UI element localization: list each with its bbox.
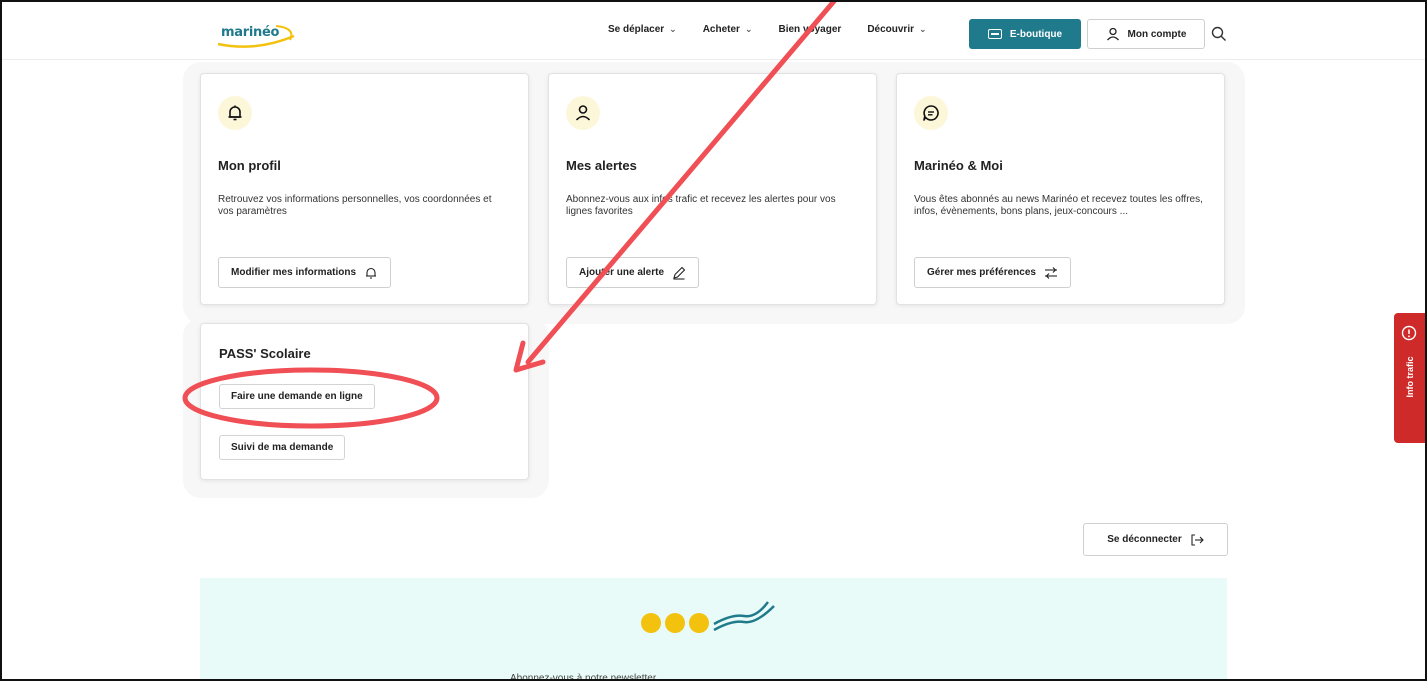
logout-button[interactable]: Se déconnecter (1083, 523, 1228, 556)
info-trafic-tab[interactable]: Info trafic (1394, 313, 1425, 443)
icon-circle (218, 96, 252, 130)
add-alert-button[interactable]: Ajouter une alerte (566, 257, 700, 288)
nav-decouvrir[interactable]: Découvrir ⌄ (867, 24, 926, 35)
modify-info-button[interactable]: Modifier mes informations (218, 257, 392, 288)
newsletter-label[interactable]: Abonnez-vous à notre newsletter (510, 673, 656, 681)
newsletter-section: Abonnez-vous à notre newsletter (200, 578, 1227, 681)
button-label: Ajouter une alerte (579, 267, 665, 278)
nav-label: Découvrir (867, 24, 914, 35)
chat-icon (923, 105, 939, 121)
logout-icon (1191, 533, 1204, 546)
nav-se-deplacer[interactable]: Se déplacer ⌄ (608, 24, 677, 35)
icon-circle (914, 96, 948, 130)
manage-preferences-button[interactable]: Gérer mes préférences (914, 257, 1071, 288)
card-description: Abonnez-vous aux infos trafic et recevez… (566, 194, 836, 217)
user-icon (575, 105, 591, 121)
card-title: Mes alertes (566, 158, 637, 173)
request-online-button[interactable]: Faire une demande en ligne (219, 384, 375, 409)
button-label: Modifier mes informations (231, 267, 357, 278)
card-title: Mon profil (218, 158, 281, 173)
eboutique-label: E-boutique (1009, 28, 1063, 40)
card-title: PASS' Scolaire (219, 346, 311, 361)
chevron-down-icon: ⌄ (744, 24, 753, 34)
bell-outline-icon (366, 267, 377, 279)
follow-request-button[interactable]: Suivi de ma demande (219, 435, 346, 460)
logo-text: marinéo (221, 25, 280, 40)
icon-circle (566, 96, 600, 130)
nav-label: Se déplacer (608, 24, 665, 35)
card-description: Retrouvez vos informations personnelles,… (218, 194, 492, 217)
card-description: Vous êtes abonnés au news Marinéo et rec… (914, 194, 1203, 217)
main-nav: Se déplacer ⌄ Acheter ⌄ Bien voyager Déc… (608, 24, 953, 35)
pencil-icon (673, 266, 686, 280)
button-label: Suivi de ma demande (231, 442, 334, 453)
card-marineo-et-moi: Marinéo & Moi Vous êtes abonnés au news … (896, 73, 1225, 305)
card-pass-scolaire: PASS' Scolaire Faire une demande en lign… (200, 323, 529, 480)
eboutique-button[interactable]: E-boutique (969, 19, 1081, 49)
nav-acheter[interactable]: Acheter ⌄ (703, 24, 753, 35)
logout-label: Se déconnecter (1107, 534, 1182, 545)
nav-bien-voyager[interactable]: Bien voyager (779, 24, 842, 35)
card-mon-profil: Mon profil Retrouvez vos informations pe… (200, 73, 529, 305)
my-account-button[interactable]: Mon compte (1087, 19, 1205, 49)
search-icon[interactable] (1211, 26, 1227, 42)
card-mes-alertes: Mes alertes Abonnez-vous aux infos trafi… (548, 73, 877, 305)
bell-icon (228, 105, 242, 121)
sliders-icon (1044, 266, 1057, 279)
info-trafic-label: Info trafic (1404, 356, 1415, 398)
account-label: Mon compte (1127, 28, 1187, 40)
alert-circle-icon (1401, 325, 1417, 341)
chevron-down-icon: ⌄ (669, 24, 677, 34)
nav-label: Acheter (702, 24, 740, 35)
site-header: marinéo Se déplacer ⌄ Acheter ⌄ Bien voy… (2, 2, 1425, 60)
card-title: Marinéo & Moi (914, 158, 1003, 173)
marineo-dots-wave-icon (641, 601, 775, 633)
card-icon (987, 29, 1002, 39)
marineo-logo[interactable]: marinéo (216, 22, 298, 50)
button-label: Faire une demande en ligne (231, 391, 363, 402)
button-label: Gérer mes préférences (927, 267, 1036, 278)
user-icon (1106, 27, 1119, 41)
chevron-down-icon: ⌄ (919, 24, 927, 34)
nav-label: Bien voyager (778, 24, 842, 35)
